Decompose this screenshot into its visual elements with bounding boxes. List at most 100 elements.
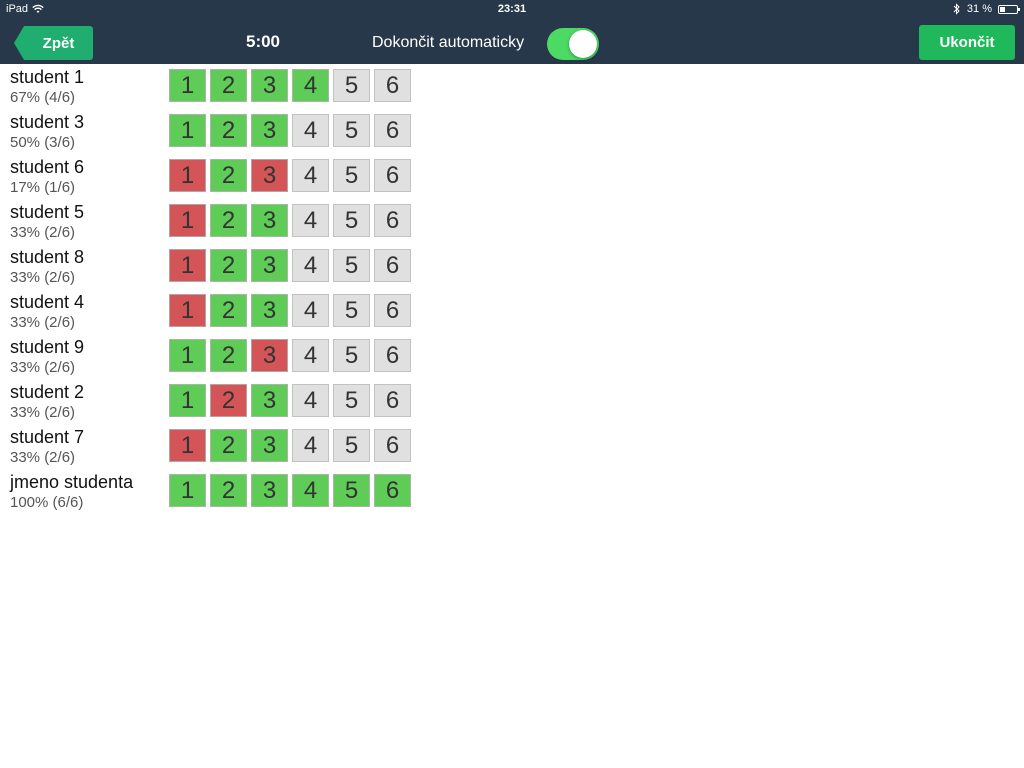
answer-cell-none[interactable]: 6 — [374, 204, 411, 237]
answer-cell-correct[interactable]: 3 — [251, 249, 288, 282]
answer-cell-correct[interactable]: 2 — [210, 249, 247, 282]
answer-cell-wrong[interactable]: 1 — [169, 249, 206, 282]
answer-cell-correct[interactable]: 3 — [251, 114, 288, 147]
answer-cell-none[interactable]: 4 — [292, 294, 329, 327]
student-score: 33% (2/6) — [10, 359, 76, 376]
answer-cell-none[interactable]: 5 — [333, 429, 370, 462]
answer-cell-none[interactable]: 4 — [292, 159, 329, 192]
answer-cell-none[interactable]: 5 — [333, 114, 370, 147]
answer-cell-correct[interactable]: 1 — [169, 69, 206, 102]
student-row: student 3 50% (3/6) 1 2 3 4 5 6 — [0, 111, 1024, 156]
answer-cell-correct[interactable]: 5 — [333, 474, 370, 507]
answer-cell-correct[interactable]: 2 — [210, 114, 247, 147]
answer-cell-correct[interactable]: 2 — [210, 204, 247, 237]
answer-cell-correct[interactable]: 3 — [251, 204, 288, 237]
toggle-knob — [569, 30, 597, 58]
answer-cell-none[interactable]: 5 — [333, 69, 370, 102]
answer-cell-correct[interactable]: 3 — [251, 384, 288, 417]
student-name: student 4 — [10, 292, 85, 312]
answer-cell-none[interactable]: 4 — [292, 429, 329, 462]
answer-cell-none[interactable]: 6 — [374, 339, 411, 372]
student-row: jmeno studenta 100% (6/6) 1 2 3 4 5 6 — [0, 471, 1024, 516]
bluetooth-icon — [953, 3, 961, 15]
answer-cell-none[interactable]: 5 — [333, 339, 370, 372]
answer-cell-wrong[interactable]: 3 — [251, 159, 288, 192]
answer-cell-correct[interactable]: 1 — [169, 384, 206, 417]
student-score: 33% (2/6) — [10, 314, 76, 331]
answer-cell-none[interactable]: 4 — [292, 384, 329, 417]
answer-cells: 123456 — [169, 294, 411, 327]
answer-cell-none[interactable]: 6 — [374, 384, 411, 417]
student-name: student 1 — [10, 67, 85, 87]
answer-cells: 123456 — [169, 339, 411, 372]
student-score: 33% (2/6) — [10, 224, 76, 241]
student-row: student 4 33% (2/6) 1 2 3 4 5 6 — [0, 291, 1024, 336]
answer-cells: 123456 — [169, 69, 411, 102]
answer-cell-wrong[interactable]: 2 — [210, 384, 247, 417]
answer-cell-none[interactable]: 6 — [374, 429, 411, 462]
answer-cells: 123456 — [169, 249, 411, 282]
answer-cell-wrong[interactable]: 1 — [169, 204, 206, 237]
answer-cells: 123456 — [169, 159, 411, 192]
student-name: student 2 — [10, 382, 85, 402]
battery-level — [1000, 6, 1005, 12]
answer-cell-correct[interactable]: 2 — [210, 339, 247, 372]
answer-cell-none[interactable]: 5 — [333, 384, 370, 417]
answer-cell-correct[interactable]: 3 — [251, 69, 288, 102]
student-score: 33% (2/6) — [10, 449, 76, 466]
answer-cell-none[interactable]: 5 — [333, 204, 370, 237]
answer-cell-correct[interactable]: 1 — [169, 474, 206, 507]
answer-cell-none[interactable]: 6 — [374, 249, 411, 282]
answer-cell-none[interactable]: 4 — [292, 204, 329, 237]
answer-cell-correct[interactable]: 1 — [169, 339, 206, 372]
battery-icon — [998, 4, 1020, 14]
auto-finish-toggle[interactable] — [547, 28, 599, 60]
answer-cell-none[interactable]: 4 — [292, 339, 329, 372]
answer-cell-wrong[interactable]: 3 — [251, 339, 288, 372]
answer-cell-correct[interactable]: 3 — [251, 429, 288, 462]
student-score: 50% (3/6) — [10, 134, 76, 151]
status-right: 31 % — [953, 3, 1020, 15]
answer-cell-correct[interactable]: 3 — [251, 474, 288, 507]
answer-cell-none[interactable]: 5 — [333, 159, 370, 192]
student-row: student 5 33% (2/6) 1 2 3 4 5 6 — [0, 201, 1024, 246]
answer-cell-none[interactable]: 4 — [292, 114, 329, 147]
answer-cell-correct[interactable]: 2 — [210, 69, 247, 102]
student-name: student 7 — [10, 427, 85, 447]
student-row: student 8 33% (2/6) 1 2 3 4 5 6 — [0, 246, 1024, 291]
student-name: jmeno studenta — [10, 472, 134, 492]
answer-cell-none[interactable]: 6 — [374, 114, 411, 147]
answer-cell-none[interactable]: 6 — [374, 294, 411, 327]
answer-cell-none[interactable]: 6 — [374, 159, 411, 192]
status-time: 23:31 — [497, 3, 527, 15]
answer-cell-correct[interactable]: 3 — [251, 294, 288, 327]
battery-percent: 31 % — [966, 3, 992, 15]
answer-cell-correct[interactable]: 1 — [169, 114, 206, 147]
student-score: 17% (1/6) — [10, 179, 76, 196]
student-list: student 1 67% (4/6) 1 2 3 4 5 6 student 3 50% (3/… — [0, 66, 1024, 516]
answer-cell-correct[interactable]: 2 — [210, 159, 247, 192]
student-name: student 8 — [10, 247, 85, 267]
answer-cell-correct[interactable]: 4 — [292, 474, 329, 507]
answer-cell-none[interactable]: 6 — [374, 69, 411, 102]
finish-button[interactable]: Ukončit — [919, 25, 1015, 60]
answer-cell-none[interactable]: 5 — [333, 249, 370, 282]
answer-cells: 123456 — [169, 114, 411, 147]
student-row: student 6 17% (1/6) 1 2 3 4 5 6 — [0, 156, 1024, 201]
answer-cells: 123456 — [169, 474, 411, 507]
student-name: student 3 — [10, 112, 85, 132]
answer-cell-correct[interactable]: 2 — [210, 429, 247, 462]
back-button[interactable]: Zpět — [14, 26, 93, 60]
answer-cell-wrong[interactable]: 1 — [169, 429, 206, 462]
answer-cell-correct[interactable]: 2 — [210, 474, 247, 507]
answer-cell-correct[interactable]: 6 — [374, 474, 411, 507]
answer-cell-none[interactable]: 4 — [292, 249, 329, 282]
timer: 5:00 — [245, 32, 281, 51]
answer-cell-wrong[interactable]: 1 — [169, 159, 206, 192]
answer-cell-wrong[interactable]: 1 — [169, 294, 206, 327]
answer-cell-correct[interactable]: 2 — [210, 294, 247, 327]
top-bar: iPad 23:31 31 % Zpět 5:00 Dokončit autom… — [0, 0, 1024, 64]
answer-cell-none[interactable]: 5 — [333, 294, 370, 327]
answer-cell-correct[interactable]: 4 — [292, 69, 329, 102]
student-name: student 5 — [10, 202, 85, 222]
